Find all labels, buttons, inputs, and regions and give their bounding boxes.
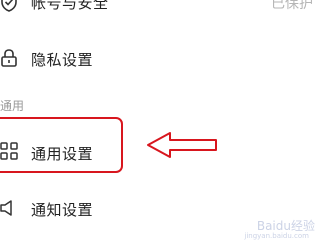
speaker-icon [0, 199, 18, 221]
shield-check-icon [0, 0, 18, 16]
arrow-left-icon [147, 132, 217, 158]
lock-icon [0, 48, 18, 72]
highlight-box [0, 117, 123, 173]
watermark-url: jingyan.baidu.com [244, 232, 309, 240]
settings-item-privacy[interactable]: 隐私设置 [0, 43, 319, 75]
settings-item-label: 通知设置 [31, 201, 94, 219]
settings-item-label: 帐号与安全 [31, 0, 109, 12]
settings-item-account[interactable]: 帐号与安全 已保护 [0, 0, 319, 18]
section-header-general: 通用 [0, 99, 25, 113]
settings-item-label: 隐私设置 [31, 51, 94, 69]
account-status-value: 已保护 [271, 0, 313, 12]
